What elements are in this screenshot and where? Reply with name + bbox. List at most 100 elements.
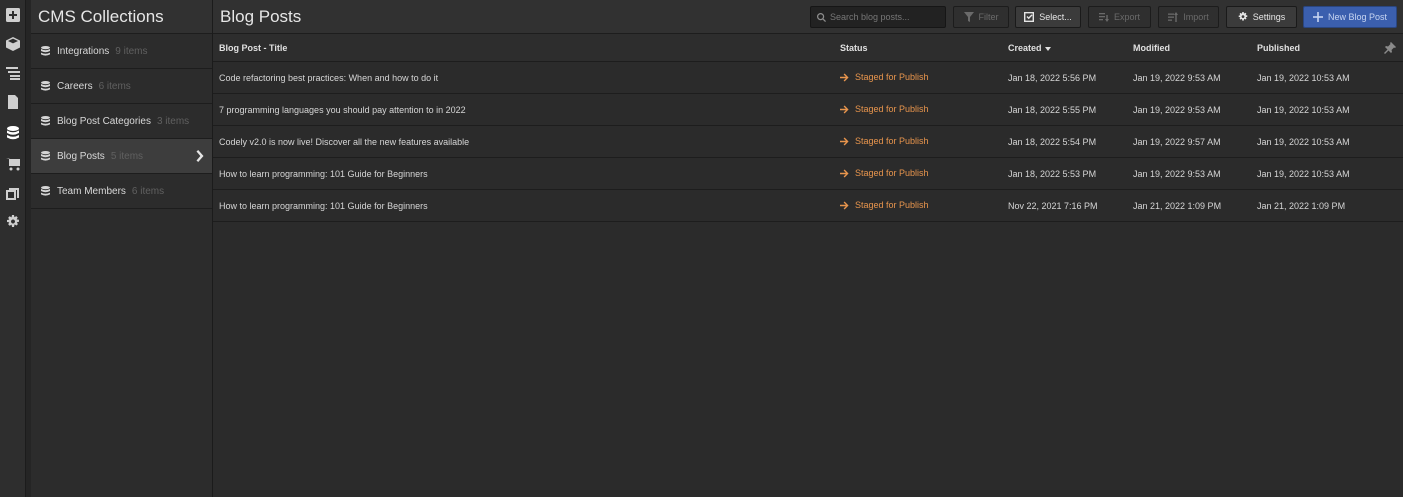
new-blog-post-button[interactable]: New Blog Post xyxy=(1303,6,1397,28)
arrow-right-icon xyxy=(840,73,849,81)
collection-item-team-members[interactable]: Team Members 6 items xyxy=(31,174,212,209)
modified-date: Jan 19, 2022 9:57 AM xyxy=(1133,137,1221,147)
collection-database-icon xyxy=(41,151,50,161)
status-text: Staged for Publish xyxy=(855,168,929,178)
collection-name: Team Members xyxy=(57,185,126,197)
collection-item-careers[interactable]: Careers 6 items xyxy=(31,69,212,104)
modified-date: Jan 21, 2022 1:09 PM xyxy=(1133,201,1222,211)
main-panel: Blog Posts Filter Select... Export Impor… xyxy=(213,0,1403,497)
column-header-status[interactable]: Status xyxy=(840,43,868,53)
filter-icon xyxy=(963,12,974,22)
collection-database-icon xyxy=(41,81,50,91)
collection-count: 5 items xyxy=(110,150,144,162)
collection-count: 6 items xyxy=(131,185,165,197)
add-icon[interactable] xyxy=(0,2,26,28)
filter-label: Filter xyxy=(978,12,999,22)
table-row[interactable]: 7 programming languages you should pay a… xyxy=(213,94,1403,126)
select-label: Select... xyxy=(1039,12,1072,22)
column-header-title[interactable]: Blog Post - Title xyxy=(219,43,287,53)
collection-count: 3 items xyxy=(156,115,190,127)
published-date: Jan 19, 2022 10:53 AM xyxy=(1257,73,1350,83)
import-button[interactable]: Import xyxy=(1158,6,1219,28)
collection-name: Careers xyxy=(57,80,93,92)
published-date: Jan 21, 2022 1:09 PM xyxy=(1257,201,1346,211)
published-date: Jan 19, 2022 10:53 AM xyxy=(1257,137,1350,147)
arrow-right-icon xyxy=(840,201,849,209)
search-input[interactable] xyxy=(830,12,940,22)
new-blog-post-label: New Blog Post xyxy=(1327,12,1388,22)
post-title: Codely v2.0 is now live! Discover all th… xyxy=(219,137,470,147)
collection-item-integrations[interactable]: Integrations 9 items xyxy=(31,34,212,69)
collection-database-icon xyxy=(41,116,50,126)
import-label: Import xyxy=(1183,12,1209,22)
table-row[interactable]: Codely v2.0 is now live! Discover all th… xyxy=(213,126,1403,158)
search-icon xyxy=(817,12,826,22)
modified-date: Jan 19, 2022 9:53 AM xyxy=(1133,169,1221,179)
post-title: How to learn programming: 101 Guide for … xyxy=(219,169,428,179)
settings-button[interactable]: Settings xyxy=(1226,6,1297,28)
collection-database-icon xyxy=(41,46,50,56)
published-date: Jan 19, 2022 10:53 AM xyxy=(1257,105,1350,115)
pages-icon[interactable] xyxy=(0,89,26,115)
table-row[interactable]: How to learn programming: 101 Guide for … xyxy=(213,190,1403,222)
modified-date: Jan 19, 2022 9:53 AM xyxy=(1133,105,1221,115)
status-cell: Staged for Publish xyxy=(840,136,929,146)
collection-count: 6 items xyxy=(98,80,131,92)
status-cell: Staged for Publish xyxy=(840,200,929,210)
created-date: Nov 22, 2021 7:16 PM xyxy=(1008,201,1098,211)
box-icon[interactable] xyxy=(0,31,26,57)
sort-descending-icon xyxy=(1044,46,1051,51)
column-header-created[interactable]: Created xyxy=(1008,43,1051,53)
assets-icon[interactable] xyxy=(0,181,26,207)
modified-date: Jan 19, 2022 9:53 AM xyxy=(1133,73,1221,83)
status-cell: Staged for Publish xyxy=(840,168,929,178)
main-header: Blog Posts Filter Select... Export Impor… xyxy=(213,0,1403,34)
plus-icon xyxy=(1312,12,1323,22)
page-title: Blog Posts xyxy=(220,7,302,26)
created-date: Jan 18, 2022 5:55 PM xyxy=(1008,105,1097,115)
left-toolbar xyxy=(0,0,26,497)
post-title: 7 programming languages you should pay a… xyxy=(219,105,466,115)
status-text: Staged for Publish xyxy=(855,104,929,114)
created-date: Jan 18, 2022 5:54 PM xyxy=(1008,137,1097,147)
collection-name: Blog Posts xyxy=(57,150,105,162)
table-row[interactable]: Code refactoring best practices: When an… xyxy=(213,62,1403,94)
navigator-icon[interactable] xyxy=(0,60,26,86)
table-row[interactable]: How to learn programming: 101 Guide for … xyxy=(213,158,1403,190)
column-header-modified[interactable]: Modified xyxy=(1133,43,1170,53)
collection-name: Blog Post Categories xyxy=(57,115,151,127)
collections-panel: CMS Collections Integrations 9 items Car… xyxy=(31,0,213,497)
collection-item-blog-post-categories[interactable]: Blog Post Categories 3 items xyxy=(31,104,212,139)
export-icon xyxy=(1098,13,1109,22)
created-date: Jan 18, 2022 5:56 PM xyxy=(1008,73,1097,83)
post-title: How to learn programming: 101 Guide for … xyxy=(219,201,428,211)
column-header-created-label: Created xyxy=(1008,43,1042,53)
pin-icon[interactable] xyxy=(1384,42,1396,54)
status-text: Staged for Publish xyxy=(855,136,929,146)
export-button[interactable]: Export xyxy=(1088,6,1151,28)
collection-name: Integrations xyxy=(57,45,110,57)
table-header: Blog Post - Title Status Created Modifie… xyxy=(213,34,1403,62)
arrow-right-icon xyxy=(840,105,849,113)
settings-gear-icon[interactable] xyxy=(0,209,26,235)
search-box[interactable] xyxy=(810,6,946,28)
gear-icon xyxy=(1238,12,1248,21)
ecommerce-cart-icon[interactable] xyxy=(0,151,26,177)
published-date: Jan 19, 2022 10:53 AM xyxy=(1257,169,1350,179)
filter-button[interactable]: Filter xyxy=(953,6,1009,28)
column-header-published[interactable]: Published xyxy=(1257,43,1300,53)
collection-database-icon xyxy=(41,186,50,196)
collections-header: CMS Collections xyxy=(31,0,212,34)
collections-title: CMS Collections xyxy=(38,7,164,26)
checkbox-icon xyxy=(1024,12,1035,22)
status-text: Staged for Publish xyxy=(855,72,929,82)
post-title: Code refactoring best practices: When an… xyxy=(219,73,439,83)
arrow-right-icon xyxy=(840,169,849,177)
chevron-right-icon xyxy=(194,150,204,162)
collection-item-blog-posts[interactable]: Blog Posts 5 items xyxy=(31,139,212,174)
import-icon xyxy=(1168,12,1179,22)
created-date: Jan 18, 2022 5:53 PM xyxy=(1008,169,1097,179)
select-button[interactable]: Select... xyxy=(1015,6,1081,28)
cms-database-icon[interactable] xyxy=(0,120,26,146)
collection-count: 9 items xyxy=(115,45,148,57)
